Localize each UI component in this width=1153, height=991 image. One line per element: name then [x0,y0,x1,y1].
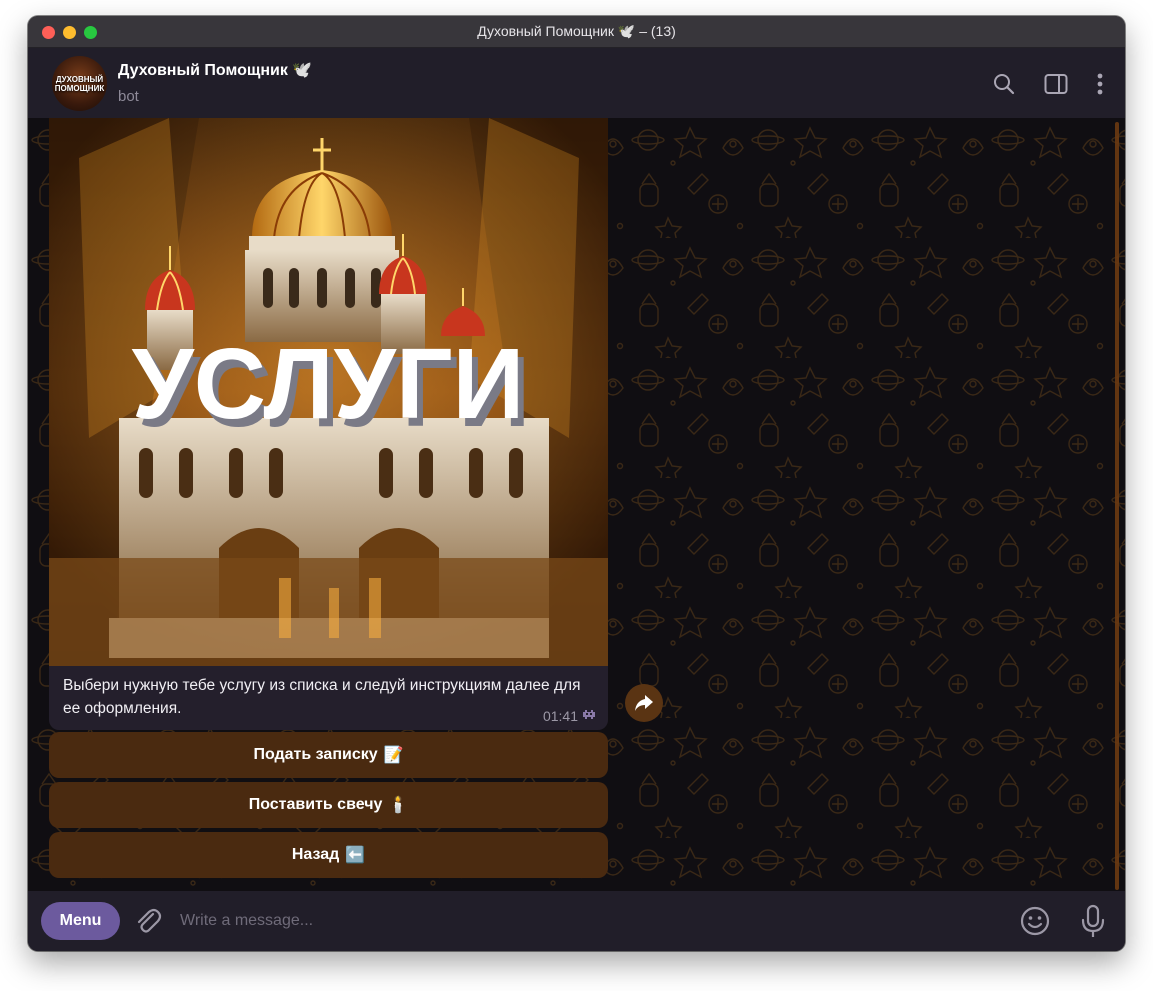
keyboard-button-label: Назад [291,846,340,863]
message-meta: 01:41 [543,708,596,724]
message-text: Выбери нужную тебе услугу из списка и сл… [63,677,581,717]
message-time: 01:41 [542,708,578,724]
message-input[interactable] [180,903,1000,939]
memo-icon: 📝 [383,747,404,764]
more-vertical-icon[interactable] [1093,70,1107,98]
chat-status: bot [118,88,139,105]
microphone-icon[interactable] [1078,903,1108,939]
telegram-window: Духовный Помощник 🕊️ – (13) ДУХОВНЫЙ ПОМ… [28,16,1125,951]
title-bar: Духовный Помощник 🕊️ – (13) [28,16,1125,48]
cathedral-illustration: УСЛУГИ УСЛУГИ [49,118,608,666]
avatar[interactable]: ДУХОВНЫЙ ПОМОЩНИК [52,56,107,111]
chat-title[interactable]: Духовный Помощник 🕊️ [118,60,312,80]
scrollbar[interactable] [1115,122,1119,890]
avatar-label: ДУХОВНЫЙ ПОМОЩНИК [54,74,105,93]
bot-menu-button[interactable]: Menu [41,902,120,940]
sidebar-toggle-icon[interactable] [1041,70,1071,98]
keyboard-button-submit-note[interactable]: Подать записку 📝 [49,732,608,778]
chat-area[interactable]: УСЛУГИ УСЛУГИ Выбери нужную тебе услугу … [28,118,1125,891]
close-window-button[interactable] [42,26,55,39]
share-arrow-icon [635,695,653,711]
alien-monster-icon [582,708,596,724]
smile-icon[interactable] [1019,905,1051,937]
keyboard-button-label: Подать записку [253,746,378,763]
maximize-window-button[interactable] [84,26,97,39]
message-image[interactable]: УСЛУГИ УСЛУГИ [49,118,608,666]
image-title: УСЛУГИ [132,328,525,440]
candle-icon: 🕯️ [388,797,409,814]
window-title: Духовный Помощник 🕊️ – (13) [477,23,676,39]
paperclip-icon[interactable] [132,905,164,937]
chat-header: ДУХОВНЫЙ ПОМОЩНИК Духовный Помощник 🕊️ b… [28,48,1125,118]
header-actions [989,70,1107,98]
left-arrow-icon: ⬅️ [345,847,366,864]
keyboard-button-back[interactable]: Назад ⬅️ [49,832,608,878]
keyboard-button-light-candle[interactable]: Поставить свечу 🕯️ [49,782,608,828]
forward-button[interactable] [625,684,663,722]
keyboard-button-label: Поставить свечу [248,796,383,813]
bot-message: УСЛУГИ УСЛУГИ Выбери нужную тебе услугу … [49,118,608,730]
minimize-window-button[interactable] [63,26,76,39]
message-composer: Menu [28,891,1125,951]
window-controls [42,26,97,39]
search-icon[interactable] [989,70,1019,98]
